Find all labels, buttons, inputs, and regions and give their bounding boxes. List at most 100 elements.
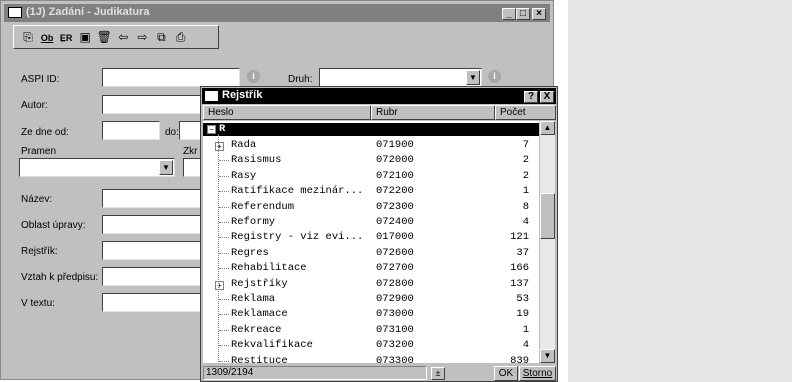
list-item[interactable]: Rasismus 072000 2 — [203, 153, 539, 168]
tree-branch-icon — [219, 268, 229, 270]
rejstrik-label: Rejstřík: — [21, 246, 58, 257]
tree-branch-icon — [219, 314, 229, 316]
trash-icon[interactable]: 🗑 — [96, 29, 112, 45]
list-item[interactable]: Registry - viz evi... 017000 121 — [203, 230, 539, 245]
forward-icon[interactable]: ⇨ — [134, 29, 150, 45]
scroll-thumb[interactable] — [540, 193, 555, 239]
scroll-up-button[interactable]: ▲ — [540, 121, 555, 135]
heslo-cell: Rehabilitace — [231, 262, 307, 275]
heslo-cell: Referendum — [231, 200, 295, 213]
tree-branch-icon — [219, 252, 229, 254]
heslo-cell: Ratifikace mezinár... — [231, 185, 364, 198]
vertical-scrollbar[interactable]: ▲ ▼ — [540, 121, 555, 363]
search-icon[interactable]: ⎘ — [20, 29, 36, 45]
rubr-cell: 073000 — [376, 308, 414, 321]
autor-input[interactable] — [102, 95, 202, 114]
dialog-title: Rejstřík — [222, 89, 263, 101]
pocet-cell: 121 — [510, 231, 529, 244]
root-label: R — [219, 123, 226, 135]
toolbar: ⎘ Ob E̲R ▣ 🗑 ⇦ ⇨ ⧉ ⎙ — [13, 25, 219, 49]
column-header-rubr[interactable]: Rubr — [371, 105, 495, 120]
pocet-cell: 2 — [522, 154, 529, 167]
zkr-label: Zkr — [183, 146, 198, 157]
autor-label: Autor: — [21, 100, 48, 111]
pocet-cell: 8 — [522, 200, 529, 213]
oblast-input[interactable] — [102, 215, 202, 234]
properties-icon[interactable]: ▣ — [77, 29, 93, 45]
expand-icon[interactable]: + — [215, 142, 224, 151]
list-item[interactable]: Ratifikace mezinár... 072200 1 — [203, 184, 539, 199]
v-textu-input[interactable] — [102, 293, 202, 312]
do-input[interactable] — [179, 121, 202, 140]
column-header-heslo[interactable]: Heslo — [203, 105, 371, 120]
list-item[interactable]: Referendum 072300 8 — [203, 200, 539, 215]
list-item[interactable]: Rekreace 073100 1 — [203, 323, 539, 338]
rubr-cell: 073200 — [376, 339, 414, 352]
list-item[interactable]: Reklamace 073000 19 — [203, 307, 539, 322]
list-item[interactable]: Reformy 072400 4 — [203, 215, 539, 230]
dialog-close-button[interactable]: X — [540, 91, 554, 103]
list-item[interactable]: Rekvalifikace 073200 4 — [203, 338, 539, 353]
back-icon[interactable]: ⇦ — [115, 29, 131, 45]
close-button[interactable]: × — [532, 8, 546, 20]
print-icon[interactable]: ⎙ — [173, 29, 189, 45]
aspi-id-input[interactable] — [102, 68, 240, 87]
pramen-select[interactable]: ▼ — [19, 158, 175, 177]
rejstrik-input[interactable] — [102, 241, 202, 260]
v-textu-label: V textu: — [21, 298, 55, 309]
expand-toggle-button[interactable]: ± — [431, 367, 445, 380]
expand-icon[interactable]: + — [215, 280, 224, 290]
help-button[interactable]: ? — [524, 91, 538, 103]
column-header-pocet[interactable]: Počet — [495, 105, 556, 120]
ok-button[interactable]: OK — [494, 366, 518, 381]
rubr-cell: 017000 — [376, 231, 414, 244]
tree-branch-icon — [219, 345, 229, 347]
list-item[interactable]: Restituce 073300 839 — [203, 354, 539, 363]
pocet-cell: 1 — [522, 185, 529, 198]
ob-icon[interactable]: Ob — [39, 30, 55, 46]
heslo-cell: Regres — [231, 246, 269, 259]
chevron-down-icon[interactable]: ▼ — [466, 70, 480, 85]
maximize-button[interactable]: □ — [516, 8, 530, 20]
er-icon[interactable]: E̲R — [58, 30, 74, 46]
minimize-button[interactable]: _ — [502, 8, 516, 20]
pocet-cell: 839 — [510, 354, 529, 363]
list-item[interactable]: + Rada 071900 7 — [203, 138, 539, 153]
list-item[interactable]: Reklama 072900 53 — [203, 292, 539, 307]
copy-icon[interactable]: ⧉ — [153, 29, 169, 45]
pocet-cell: 137 — [510, 277, 529, 290]
tree-branch-icon — [219, 206, 229, 208]
tree-branch-icon — [219, 160, 229, 162]
list-item[interactable]: Regres 072600 37 — [203, 246, 539, 261]
scroll-down-button[interactable]: ▼ — [540, 349, 555, 363]
ze-dne-od-input[interactable] — [102, 121, 160, 140]
aspi-id-info-icon[interactable]: i — [247, 70, 260, 83]
rubr-cell: 072400 — [376, 216, 414, 228]
heslo-cell: Rada — [231, 139, 257, 151]
list-item[interactable]: Rasy 072100 2 — [203, 169, 539, 184]
druh-info-icon[interactable]: i — [488, 70, 501, 83]
pramen-label: Pramen — [21, 146, 57, 157]
pocet-cell: 1 — [522, 323, 529, 336]
index-list[interactable]: − R + Rada 071900 7 Rasismus 072000 2 Rasy 07210… — [203, 121, 539, 363]
rubr-cell: 073100 — [376, 323, 414, 336]
list-item[interactable]: + Rejstříky 072800 137 — [203, 277, 539, 292]
root-row[interactable]: − R — [203, 123, 539, 136]
nazev-input[interactable] — [102, 189, 202, 208]
tree-branch-icon — [219, 191, 229, 193]
heslo-cell: Rekvalifikace — [231, 339, 313, 352]
rubr-cell: 072700 — [376, 262, 414, 275]
druh-select[interactable]: ▼ — [319, 68, 482, 87]
vztah-input[interactable] — [102, 267, 202, 286]
chevron-down-icon[interactable]: ▼ — [159, 160, 173, 175]
list-item[interactable]: Rehabilitace 072700 166 — [203, 261, 539, 276]
rubr-cell: 072800 — [376, 277, 414, 290]
vztah-label: Vztah k předpisu: — [21, 272, 99, 283]
heslo-cell: Restituce — [231, 354, 288, 363]
collapse-icon[interactable]: − — [207, 125, 216, 134]
storno-button[interactable]: Storno — [519, 366, 556, 381]
rubr-cell: 072300 — [376, 200, 414, 213]
column-header-label: Rubr — [376, 107, 398, 118]
heslo-cell: Reformy — [231, 216, 276, 228]
tree-line — [218, 134, 219, 363]
